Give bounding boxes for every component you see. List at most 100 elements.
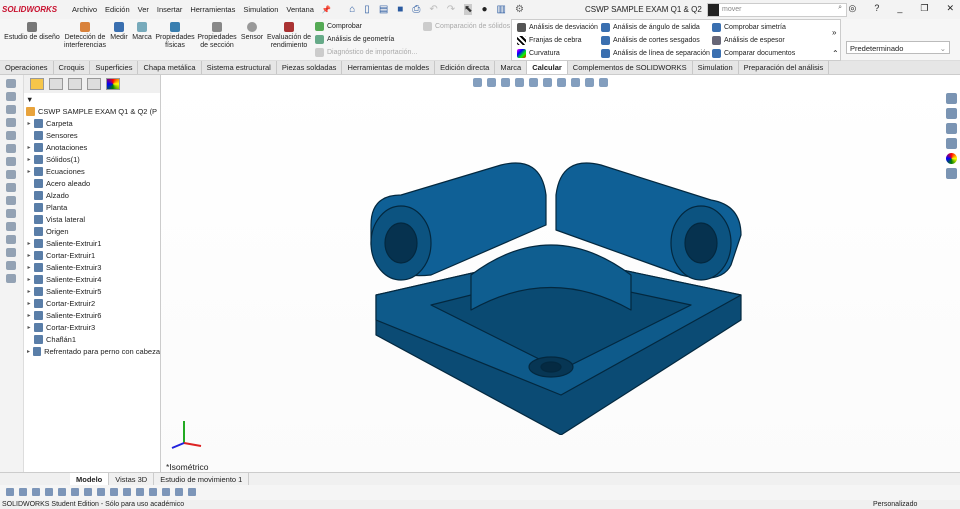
property-manager-tab[interactable] — [49, 78, 63, 90]
expand-arrow-icon[interactable]: ▸ — [24, 264, 34, 271]
previous-view-icon[interactable] — [501, 78, 510, 87]
filter-axes-icon[interactable] — [110, 488, 118, 496]
undercut-analysis-button[interactable]: Análisis de cortes sesgados — [601, 36, 700, 45]
edit-appearance-icon[interactable] — [571, 78, 580, 87]
close-button[interactable]: ✕ — [946, 3, 954, 14]
performance-button[interactable]: Evaluación de rendimiento — [266, 22, 312, 50]
part-model[interactable] — [361, 145, 751, 435]
mass-properties-button[interactable]: Propiedades físicas — [155, 22, 195, 50]
save-icon[interactable]: ■ — [397, 4, 403, 15]
check-button[interactable]: Comprobar — [315, 22, 362, 31]
menu-edicion[interactable]: Edición — [105, 5, 130, 14]
tree-item[interactable]: ▸ Cortar-Extruir1 — [24, 249, 160, 261]
minimize-button[interactable]: _ — [897, 3, 902, 14]
line-icon[interactable] — [6, 105, 16, 114]
draft-analysis-button[interactable]: Análisis de ángulo de salida — [601, 23, 700, 32]
menu-ver[interactable]: Ver — [138, 5, 149, 14]
expand-arrow-icon[interactable]: ▸ — [24, 288, 34, 295]
repair-icon[interactable] — [6, 248, 16, 257]
filter-vertices-icon[interactable] — [45, 488, 53, 496]
menu-ventana[interactable]: Ventana — [286, 5, 314, 14]
gear-icon[interactable]: ⚙ — [515, 4, 524, 15]
compare-documents-button[interactable]: Comparar documentos — [712, 49, 795, 58]
filter-toggle-icon[interactable] — [6, 488, 14, 496]
expand-icon[interactable]: » — [832, 28, 836, 37]
tree-item[interactable]: Planta — [24, 201, 160, 213]
file-properties-icon[interactable]: ▥ — [497, 4, 506, 15]
tree-item[interactable]: Vista lateral — [24, 213, 160, 225]
configuration-manager-tab[interactable] — [68, 78, 82, 90]
offset-icon[interactable] — [6, 196, 16, 205]
tab-complementos[interactable]: Complementos de SOLIDWORKS — [568, 61, 693, 74]
expand-arrow-icon[interactable]: ▸ — [24, 324, 34, 331]
expand-arrow-icon[interactable]: ▸ — [24, 120, 34, 127]
trim-icon[interactable] — [6, 183, 16, 192]
collapse-icon[interactable]: ⌃ — [832, 49, 839, 58]
tree-item[interactable]: ▸ Sólidos(1) — [24, 153, 160, 165]
restore-button[interactable]: ❐ — [920, 3, 928, 14]
tab-chapa-metalica[interactable]: Chapa metálica — [138, 61, 202, 74]
redo-icon[interactable]: ↷ — [447, 4, 455, 15]
arc-icon[interactable] — [6, 157, 16, 166]
tree-item[interactable]: ▸ Carpeta — [24, 117, 160, 129]
resources-icon[interactable] — [946, 93, 957, 104]
circle-icon[interactable] — [6, 144, 16, 153]
zoom-area-icon[interactable] — [487, 78, 496, 87]
tab-marca[interactable]: Marca — [495, 61, 528, 74]
parting-line-analysis-button[interactable]: Análisis de línea de separación — [601, 49, 710, 58]
tree-root[interactable]: CSWP SAMPLE EXAM Q1 & Q2 (P — [24, 105, 160, 117]
markup-button[interactable]: Marca — [131, 22, 153, 42]
expand-arrow-icon[interactable]: ▸ — [24, 312, 34, 319]
tree-item[interactable]: ▸ Cortar-Extruir2 — [24, 297, 160, 309]
tree-item[interactable]: ▸ Cortar-Extruir3 — [24, 321, 160, 333]
tab-superficies[interactable]: Superficies — [90, 61, 139, 74]
filter-solids-icon[interactable] — [97, 488, 105, 496]
mirror-icon[interactable] — [6, 209, 16, 218]
filter-points-icon[interactable] — [136, 488, 144, 496]
tab-estudio-movimiento[interactable]: Estudio de movimiento 1 — [154, 473, 250, 485]
tab-sistema-estructural[interactable]: Sistema estructural — [202, 61, 277, 74]
tab-modelo[interactable]: Modelo — [70, 473, 110, 485]
menu-herramientas[interactable]: Herramientas — [190, 5, 235, 14]
pin-icon[interactable]: 📌 — [322, 5, 331, 14]
zoom-fit-icon[interactable] — [473, 78, 482, 87]
design-study-button[interactable]: Estudio de diseño — [2, 22, 62, 42]
filter-icon[interactable]: ▼ — [24, 93, 160, 105]
tab-calcular[interactable]: Calcular — [527, 61, 568, 74]
tab-piezas-soldadas[interactable]: Piezas soldadas — [277, 61, 343, 74]
relations-icon[interactable] — [6, 235, 16, 244]
new-icon[interactable]: ▯ — [364, 4, 370, 15]
print-icon[interactable]: ⎙ — [412, 4, 420, 15]
home-icon[interactable]: ⌂ — [349, 4, 355, 15]
filter-notes-icon[interactable] — [175, 488, 183, 496]
units-selector[interactable]: Personalizado — [873, 500, 917, 509]
tree-item[interactable]: Sensores — [24, 129, 160, 141]
expand-arrow-icon[interactable]: ▸ — [24, 276, 34, 283]
scene-icon[interactable] — [585, 78, 594, 87]
smart-dimension-icon[interactable] — [6, 92, 16, 101]
tab-herramientas-moldes[interactable]: Herramientas de moldes — [342, 61, 436, 74]
view-settings-icon[interactable] — [599, 78, 608, 87]
tree-item[interactable]: Acero aleado — [24, 177, 160, 189]
clear-filters-icon[interactable] — [19, 488, 27, 496]
menu-simulation[interactable]: Simulation — [243, 5, 278, 14]
configuration-select[interactable]: Predeterminado ⌄ — [846, 41, 950, 54]
filter-welds-icon[interactable] — [188, 488, 196, 496]
tree-item[interactable]: ▸ Saliente-Extruir3 — [24, 261, 160, 273]
display-style-icon[interactable] — [543, 78, 552, 87]
tree-item[interactable]: ▸ Refrentado para perno con cabeza — [24, 345, 160, 357]
thickness-analysis-button[interactable]: Análisis de espesor — [712, 36, 785, 45]
pattern-icon[interactable] — [6, 222, 16, 231]
custom-properties-icon[interactable] — [946, 168, 957, 179]
appearances-icon[interactable] — [946, 153, 957, 164]
sensor-button[interactable]: Sensor — [240, 22, 264, 42]
feature-manager-tab[interactable] — [30, 78, 44, 90]
design-library-icon[interactable] — [946, 108, 957, 119]
section-properties-button[interactable]: Propiedades de sección — [197, 22, 237, 50]
expand-arrow-icon[interactable]: ▸ — [24, 240, 34, 247]
tree-item[interactable]: Chaflán1 — [24, 333, 160, 345]
tab-vistas-3d[interactable]: Vistas 3D — [109, 473, 155, 485]
sketch-tool-icon[interactable] — [6, 79, 16, 88]
filter-dimensions-icon[interactable] — [162, 488, 170, 496]
user-icon[interactable]: ◎ — [848, 3, 856, 14]
